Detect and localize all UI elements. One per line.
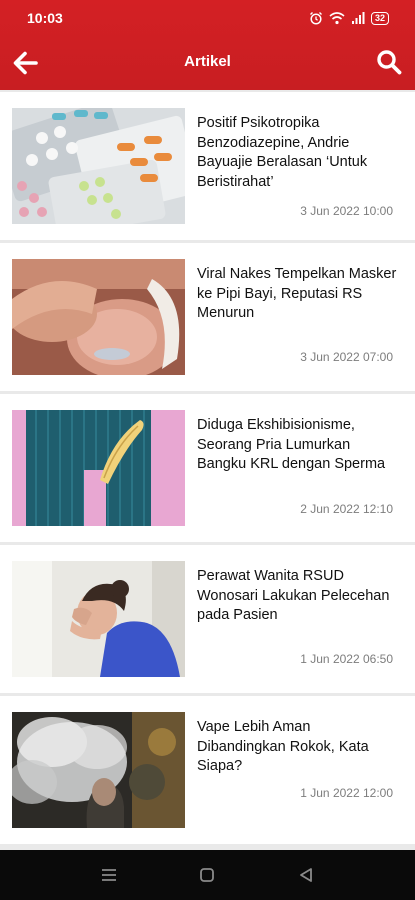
article-title[interactable]: Perawat Wanita RSUD Wonosari Lakukan Pel…	[197, 567, 402, 626]
article-card[interactable]: Perawat Wanita RSUD Wonosari Lakukan Pel…	[0, 545, 415, 693]
status-icons: 32	[309, 9, 389, 27]
article-date: 1 Jun 2022 12:00	[300, 786, 393, 800]
newborn-baby-image	[12, 259, 185, 375]
article-card[interactable]: Vape Lebih Aman Dibandingkan Rokok, Kata…	[0, 696, 415, 844]
article-title[interactable]: Positif Psikotropika Benzodiazepine, And…	[197, 114, 402, 192]
article-card[interactable]: Positif Psikotropika Benzodiazepine, And…	[0, 92, 415, 240]
article-title[interactable]: Diduga Ekshibisionisme, Seorang Pria Lum…	[197, 416, 402, 475]
signal-icon	[351, 12, 365, 24]
status-bar: 10:03 32	[0, 0, 415, 36]
article-card[interactable]: Viral Nakes Tempelkan Masker ke Pipi Bay…	[0, 243, 415, 391]
navigation-bar	[0, 850, 415, 900]
back-triangle-icon[interactable]	[298, 867, 314, 883]
article-date: 3 Jun 2022 07:00	[300, 350, 393, 364]
toolbar: Artikel	[0, 36, 415, 90]
alarm-icon	[309, 12, 322, 25]
battery-level: 32	[370, 11, 389, 25]
wifi-icon	[329, 12, 345, 25]
page-title: Artikel	[184, 53, 231, 70]
article-list: Positif Psikotropika Benzodiazepine, And…	[0, 90, 415, 850]
status-time: 10:03	[27, 10, 63, 26]
search-icon[interactable]	[376, 49, 402, 75]
app-header: 10:03 32 Artikel	[0, 0, 415, 90]
article-date: 2 Jun 2022 12:10	[300, 502, 393, 516]
article-card[interactable]: Diduga Ekshibisionisme, Seorang Pria Lum…	[0, 394, 415, 542]
recent-apps-icon[interactable]	[100, 867, 118, 883]
article-title[interactable]: Viral Nakes Tempelkan Masker ke Pipi Bay…	[197, 265, 402, 324]
article-date: 3 Jun 2022 10:00	[300, 204, 393, 218]
pills-blister-image	[12, 108, 185, 224]
home-icon[interactable]	[199, 867, 215, 883]
curtain-banana-image	[12, 410, 185, 526]
nurse-crying-image	[12, 561, 185, 677]
vape-smoke-image	[12, 712, 185, 828]
article-date: 1 Jun 2022 06:50	[300, 652, 393, 666]
article-title[interactable]: Vape Lebih Aman Dibandingkan Rokok, Kata…	[197, 718, 402, 777]
